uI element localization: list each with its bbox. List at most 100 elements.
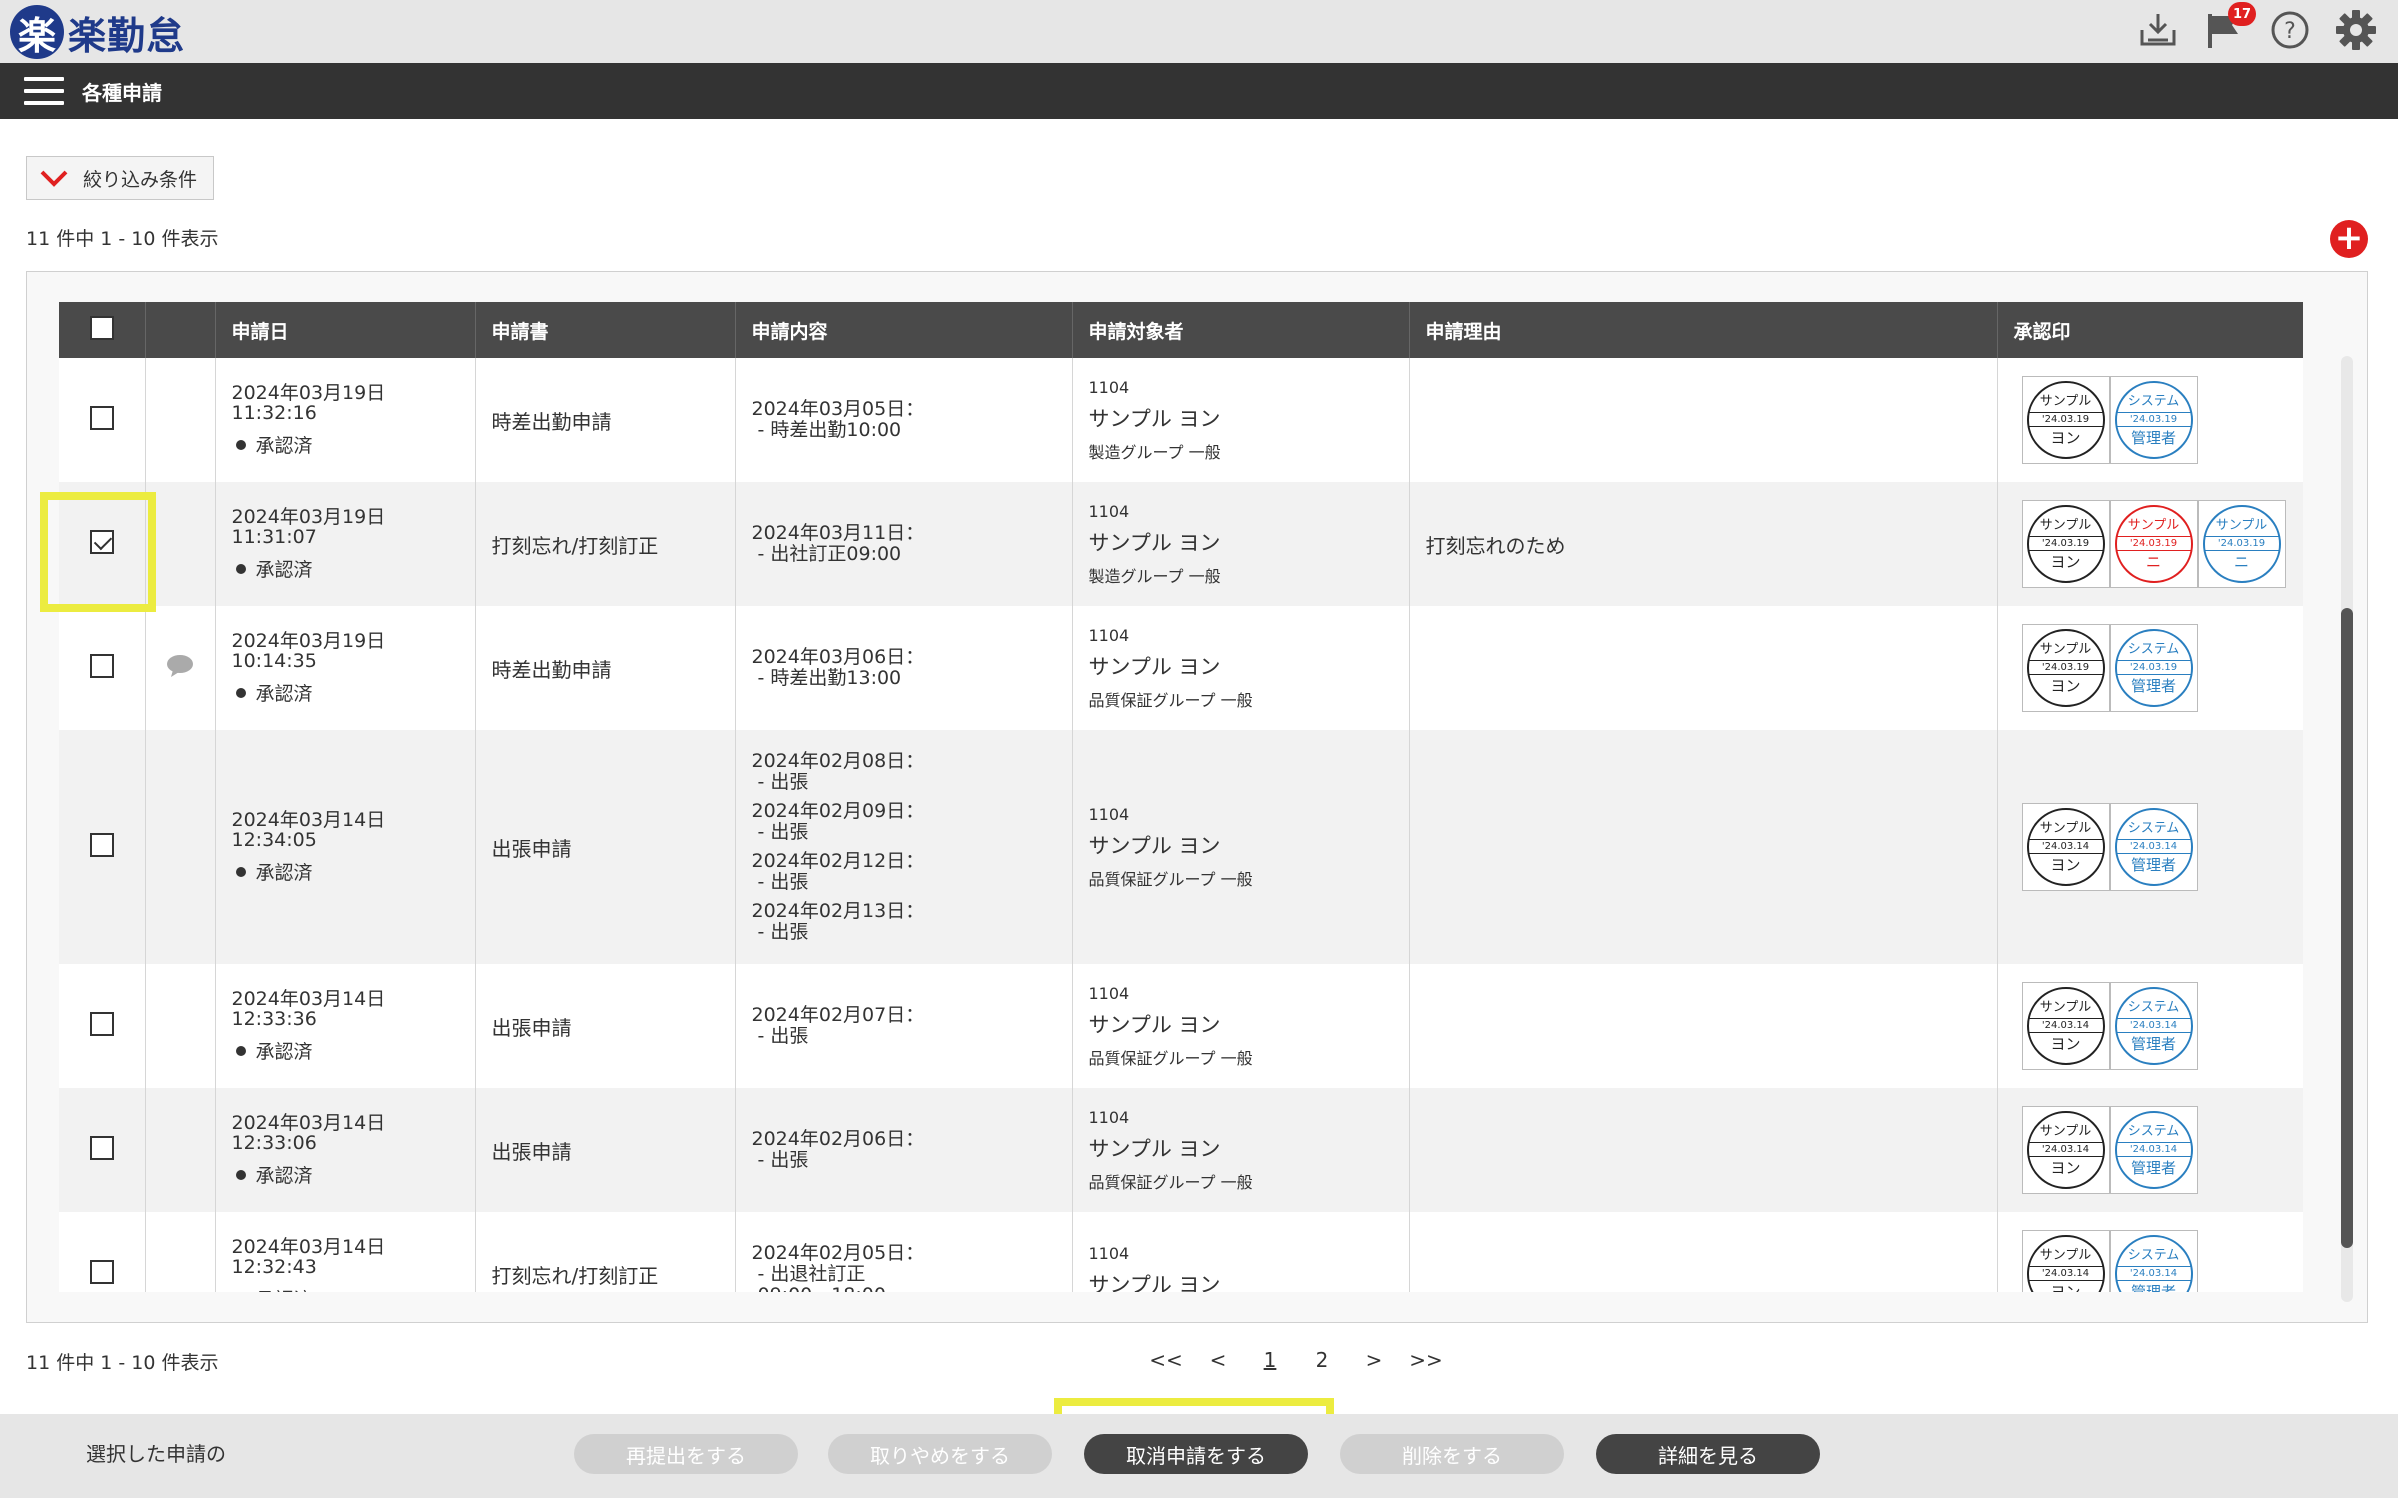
row-select-cell	[59, 964, 146, 1088]
status-text: 承認済	[255, 1040, 313, 1063]
stamp-cell: サンプル '24.03.14 ヨン	[2021, 1106, 2110, 1194]
table-row[interactable]: 2024年03月14日12:32:43 承認済 打刻忘れ/打刻訂正 2024年02月0…	[59, 1212, 2303, 1292]
row-content-cell: 2024年02月07日： - 出張	[735, 964, 1073, 1088]
approval-stamps: サンプル '24.03.19 ヨン システム '24.03.19 管理者	[2014, 624, 2287, 712]
row-comment-cell	[145, 730, 216, 964]
cancel-request-button[interactable]: 取消申請をする	[1084, 1434, 1308, 1474]
table-row[interactable]: 2024年03月19日 11:32:16 承認済 時差出勤申請 2024年03月05日：…	[59, 358, 2303, 482]
row-checkbox[interactable]	[89, 1135, 114, 1160]
comment-icon[interactable]	[165, 654, 195, 678]
row-content-cell: 2024年03月05日： - 時差出勤10:00	[735, 358, 1073, 482]
withdraw-button[interactable]: 取りやめをする	[828, 1434, 1052, 1474]
stamp-cell: サンプル '24.03.14 ヨン	[2021, 803, 2110, 891]
row-checkbox[interactable]	[89, 405, 114, 430]
view-details-button[interactable]: 詳細を見る	[1596, 1434, 1820, 1474]
application-table-scroll[interactable]: 申請日 申請書 申請内容 申請対象者 申請理由 承認印 2024年03月19日 1…	[59, 302, 2303, 1292]
status-badge: 承認済	[232, 1285, 459, 1293]
row-checkbox[interactable]	[89, 529, 114, 554]
content-entry: 2024年02月05日：- 出退社訂正09:00 - 18:00	[751, 1241, 1056, 1292]
stamp-top: サンプル	[2039, 517, 2092, 533]
stamp-top: サンプル	[2039, 641, 2092, 657]
header-form[interactable]: 申請書	[475, 302, 736, 358]
add-application-button[interactable]: +	[2330, 220, 2368, 258]
row-checkbox[interactable]	[89, 1011, 114, 1036]
page-next-link[interactable]: >	[1348, 1348, 1400, 1372]
application-time: 12:32:43	[231, 1255, 317, 1278]
page-prev-link[interactable]: <	[1192, 1348, 1244, 1372]
application-form: 時差出勤申請	[491, 657, 612, 682]
delete-button[interactable]: 削除をする	[1340, 1434, 1564, 1474]
status-dot-icon	[235, 867, 246, 877]
row-form-cell: 時差出勤申請	[475, 606, 736, 730]
resubmit-button[interactable]: 再提出をする	[574, 1434, 798, 1474]
row-checkbox[interactable]	[89, 832, 114, 857]
gear-icon[interactable]	[2334, 8, 2378, 52]
notification-badge: 17	[2228, 2, 2256, 26]
content-line: 2024年02月05日：	[751, 1241, 925, 1264]
row-reason-cell: 打刻忘れのため	[1409, 482, 1998, 606]
page-1-link[interactable]: 1	[1244, 1348, 1296, 1372]
application-time: 10:14:35	[231, 649, 317, 672]
page-last-link[interactable]: >>	[1400, 1348, 1452, 1372]
row-date-cell: 2024年03月14日12:32:43 承認済	[215, 1212, 476, 1293]
page-first-link[interactable]: <<	[1140, 1348, 1192, 1372]
employee-group: 品質保証グループ 一般	[1088, 1048, 1253, 1068]
table-scrollbar-thumb[interactable]	[2341, 608, 2353, 1248]
select-all-header	[59, 302, 146, 358]
content-entry: 2024年03月06日： - 時差出勤13:00	[752, 647, 1056, 689]
row-checkbox[interactable]	[89, 653, 114, 678]
row-checkbox[interactable]	[89, 1259, 114, 1284]
status-text: 承認済	[256, 1289, 313, 1293]
stamp-date: '24.03.19	[2028, 535, 2103, 551]
application-reason: 打刻忘れのため	[1425, 533, 1566, 558]
row-stamps-cell: サンプル '24.03.14 ヨン システム '24.03.14 管理者	[1997, 1212, 2303, 1292]
page-2-link[interactable]: 2	[1296, 1348, 1348, 1372]
stamp-name: ヨン	[2050, 1282, 2081, 1292]
stamp-cell: サンプル '24.03.14 ヨン	[2021, 982, 2110, 1070]
row-target-cell: 1104 サンプル ヨン 品質保証グループ 一般	[1072, 1088, 1410, 1212]
inbox-download-icon[interactable]	[2136, 8, 2180, 52]
employee-group: 品質保証グループ 一般	[1088, 690, 1253, 710]
employee-id: 1104	[1088, 1107, 1130, 1127]
table-scrollbar[interactable]	[2341, 356, 2353, 1302]
application-date: 2024年03月19日	[231, 629, 386, 652]
status-dot-icon	[235, 564, 246, 574]
stamp-cell: サンプル '24.03.19 ヨン	[2021, 376, 2110, 464]
hamburger-menu-icon[interactable]	[24, 77, 64, 105]
page-title: 各種申請	[82, 80, 162, 105]
stamp-name: ヨン	[2050, 676, 2081, 695]
approval-stamp: サンプル '24.03.14 ヨン	[2026, 1111, 2105, 1189]
stamp-top: システム	[2127, 641, 2180, 657]
approval-stamp: サンプル '24.03.14 ヨン	[2026, 987, 2105, 1065]
table-row[interactable]: 2024年03月19日 10:14:35 承認済 時差出勤申請 2024年03月06日：…	[59, 606, 2303, 730]
footer-label: 選択した申請の	[86, 1442, 226, 1466]
filter-toggle-button[interactable]: 絞り込み条件	[26, 156, 214, 200]
header-icons: 17 ?	[2136, 2, 2378, 54]
content-line: 2024年02月08日：	[751, 750, 925, 772]
header-reason[interactable]: 申請理由	[1409, 302, 1998, 358]
stamp-cell: サンプル '24.03.19 ニ	[2197, 500, 2286, 588]
header-date[interactable]: 申請日	[215, 302, 476, 358]
table-row[interactable]: 2024年03月19日 11:31:07 承認済 打刻忘れ/打刻訂正 2024年03月1…	[59, 482, 2303, 606]
stamp-top: システム	[2127, 1247, 2180, 1263]
header-content[interactable]: 申請内容	[735, 302, 1073, 358]
comment-header	[145, 302, 216, 358]
row-target-cell: 1104 サンプル ヨン 品質保証グループ 一般	[1072, 606, 1410, 730]
header-target[interactable]: 申請対象者	[1072, 302, 1410, 358]
stamp-top: サンプル	[2039, 393, 2092, 409]
select-all-checkbox[interactable]	[89, 315, 114, 340]
approval-stamps: サンプル '24.03.14 ヨン システム '24.03.14 管理者	[2014, 1230, 2287, 1292]
stamp-date: '24.03.19	[2116, 411, 2191, 427]
row-reason-cell	[1409, 606, 1998, 730]
help-icon[interactable]: ?	[2268, 8, 2312, 52]
table-row[interactable]: 2024年03月14日 12:33:06 承認済 出張申請 2024年02月06日： - …	[59, 1088, 2303, 1212]
approval-stamp: システム '24.03.14 管理者	[2114, 808, 2193, 886]
flag-icon[interactable]: 17	[2202, 2, 2256, 52]
result-count-bottom: 11 件中 1 - 10 件表示	[26, 1352, 219, 1374]
app-logo[interactable]: 楽 楽勤怠	[10, 4, 185, 60]
table-row[interactable]: 2024年03月14日 12:34:05 承認済 出張申請 2024年02月08日： - …	[59, 730, 2303, 964]
stamp-date: '24.03.14	[2116, 1265, 2191, 1281]
table-row[interactable]: 2024年03月14日 12:33:36 承認済 出張申請 2024年02月07日： - …	[59, 964, 2303, 1088]
status-dot-icon	[235, 1046, 246, 1056]
row-comment-cell	[145, 358, 216, 482]
